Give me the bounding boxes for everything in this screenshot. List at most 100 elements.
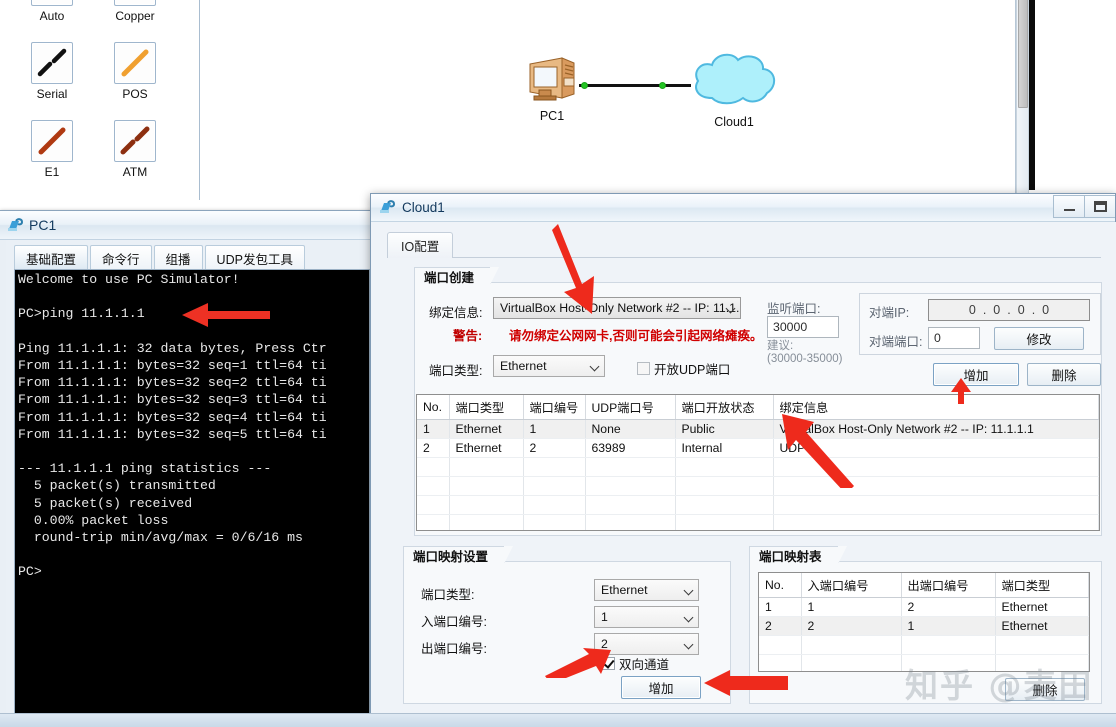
io-tabstrip[interactable]: IO配置 [387,232,1101,258]
palette-item-atm[interactable]: ATM [93,120,177,186]
topology-canvas[interactable]: PC1 Cloud1 [200,0,1016,200]
out-port-combo[interactable]: 2 [594,633,699,655]
port-mapping-table-title: 端口映射表 [749,546,846,564]
palette-item-copper[interactable]: Copper [93,0,177,30]
topology-vertical-scrollbar[interactable] [1016,0,1029,200]
peer-ip-octet-4: 0 [1042,303,1050,317]
cell-no: 1 [417,419,450,439]
peer-port-input[interactable]: 0 [928,327,980,349]
tab-basic-config[interactable]: 基础配置 [14,245,89,270]
copper-link-icon [114,0,156,6]
tab-io-config[interactable]: IO配置 [387,232,454,258]
map-add-button[interactable]: 增加 [621,676,701,699]
in-port-label: 入端口编号: [421,615,487,629]
palette-item-label: POS [122,87,148,101]
node-label-cloud1: Cloud1 [714,115,754,129]
pc-tower-icon [529,57,575,101]
canvas-far-right [1035,0,1116,190]
udp-open-checkbox[interactable]: 开放UDP端口 [637,359,730,378]
modify-button[interactable]: 修改 [994,327,1084,350]
tab-command-line[interactable]: 命令行 [90,245,152,270]
atm-link-icon [114,120,156,162]
port-mapping-table[interactable]: No. 入端口编号 出端口编号 端口类型 1 1 2 Ethernet 2 2 … [758,572,1090,672]
link-endpoint-dot [581,82,588,89]
maximize-button[interactable] [1084,195,1115,218]
pc1-tabstrip[interactable]: 基础配置 命令行 组播 UDP发包工具 [14,244,307,270]
col-port-no: 端口编号 [523,395,586,420]
bind-info-label: 绑定信息: [429,306,483,320]
cell-udp-port: 63989 [585,438,676,458]
map-port-type-combo[interactable]: Ethernet [594,579,699,601]
table-row-empty[interactable]: . [759,635,1089,655]
palette-item-label: Copper [115,9,155,23]
table-row[interactable]: 1 1 2 Ethernet [759,597,1089,617]
cell-no: 2 [759,616,802,636]
peer-port-label: 对端端口: [869,335,923,349]
table-row[interactable]: 1 Ethernet 1 None Public VirtualBox Host… [417,419,1099,439]
palette-item-auto[interactable]: Auto [10,0,94,30]
port-type-label: 端口类型: [429,364,483,378]
pc1-titlebar[interactable]: PC1 [0,211,384,240]
taskbar-strip [0,713,1116,727]
topology-link[interactable] [579,84,691,87]
cell-port-no: 2 [523,438,586,458]
table-row[interactable]: 2 Ethernet 2 63989 Internal UDP [417,438,1099,458]
pc1-window[interactable]: PC1 基础配置 命令行 组播 UDP发包工具 Welcome to use P… [0,210,385,727]
topology-node-pc1[interactable]: PC1 [526,54,578,126]
port-type-value: Ethernet [500,359,547,373]
maximize-icon [1093,201,1107,212]
delete-port-button[interactable]: 删除 [1027,363,1101,386]
table-row-empty[interactable]: . [417,457,1099,477]
bind-info-combo[interactable]: VirtualBox Host-Only Network #2 -- IP: 1… [493,297,741,319]
window-controls[interactable] [1053,195,1115,218]
palette-item-e1[interactable]: E1 [10,120,94,186]
table-row-empty[interactable]: . [417,495,1099,515]
cell-bind-info: VirtualBox Host-Only Network #2 -- IP: 1… [773,419,1099,439]
palette-item-label: Serial [36,87,68,101]
tab-udp-tool[interactable]: UDP发包工具 [204,245,305,270]
cell-port-type: Ethernet [449,419,524,439]
e1-link-icon [31,120,73,162]
peer-ip-label: 对端IP: [869,306,910,320]
ports-table[interactable]: No. 端口类型 端口编号 UDP端口号 端口开放状态 绑定信息 1 Ether… [416,394,1100,531]
bidirectional-checkbox[interactable]: 双向通道 [602,654,669,673]
listen-port-input[interactable]: 30000 [767,316,839,338]
suggest-label: 建议: [767,340,794,352]
cloud1-titlebar[interactable]: Cloud1 [371,194,1115,222]
table-row[interactable]: 2 2 1 Ethernet [759,616,1089,636]
palette-item-label: Auto [39,9,65,23]
cell-port-no: 1 [523,419,586,439]
pos-link-icon [114,42,156,84]
tab-multicast[interactable]: 组播 [153,245,203,270]
palette-item-pos[interactable]: POS [93,42,177,108]
cell-out-port: 1 [901,616,996,636]
out-port-value: 2 [601,637,608,651]
minimize-button[interactable] [1053,195,1084,218]
in-port-combo[interactable]: 1 [594,606,699,628]
port-mapping-settings-title: 端口映射设置 [403,546,514,564]
watermark: 知乎 @麦田 [905,666,1094,705]
cloud-device-icon [380,200,396,213]
lightning-link-icon [31,0,73,6]
palette-item-label: E1 [44,165,60,179]
palette-grid: Auto Copper Serial POS E1 ATM [0,0,199,200]
cloud-icon [695,53,775,105]
cell-port-type: Ethernet [449,438,524,458]
peer-ip-octet-3: 0 [1017,303,1025,317]
table-row-empty[interactable]: . [417,514,1099,530]
in-port-value: 1 [601,610,608,624]
cell-no: 1 [759,597,802,617]
peer-ip-input[interactable]: 0. 0. 0. 0 [928,299,1090,321]
palette-item-serial[interactable]: Serial [10,42,94,108]
listen-port-value: 30000 [773,320,808,334]
link-type-palette: Auto Copper Serial POS E1 ATM [0,0,200,200]
pc1-terminal-output[interactable]: Welcome to use PC Simulator! PC>ping 11.… [14,269,370,717]
col-no: No. [417,395,450,420]
port-type-combo[interactable]: Ethernet [493,355,605,377]
add-port-button[interactable]: 增加 [933,363,1019,386]
table-row-empty[interactable]: . [417,476,1099,496]
col-in-port: 入端口编号 [801,573,902,598]
topology-node-cloud1[interactable]: Cloud1 [688,48,780,134]
scrollbar-thumb[interactable] [1018,0,1028,108]
cell-in-port: 2 [801,616,902,636]
